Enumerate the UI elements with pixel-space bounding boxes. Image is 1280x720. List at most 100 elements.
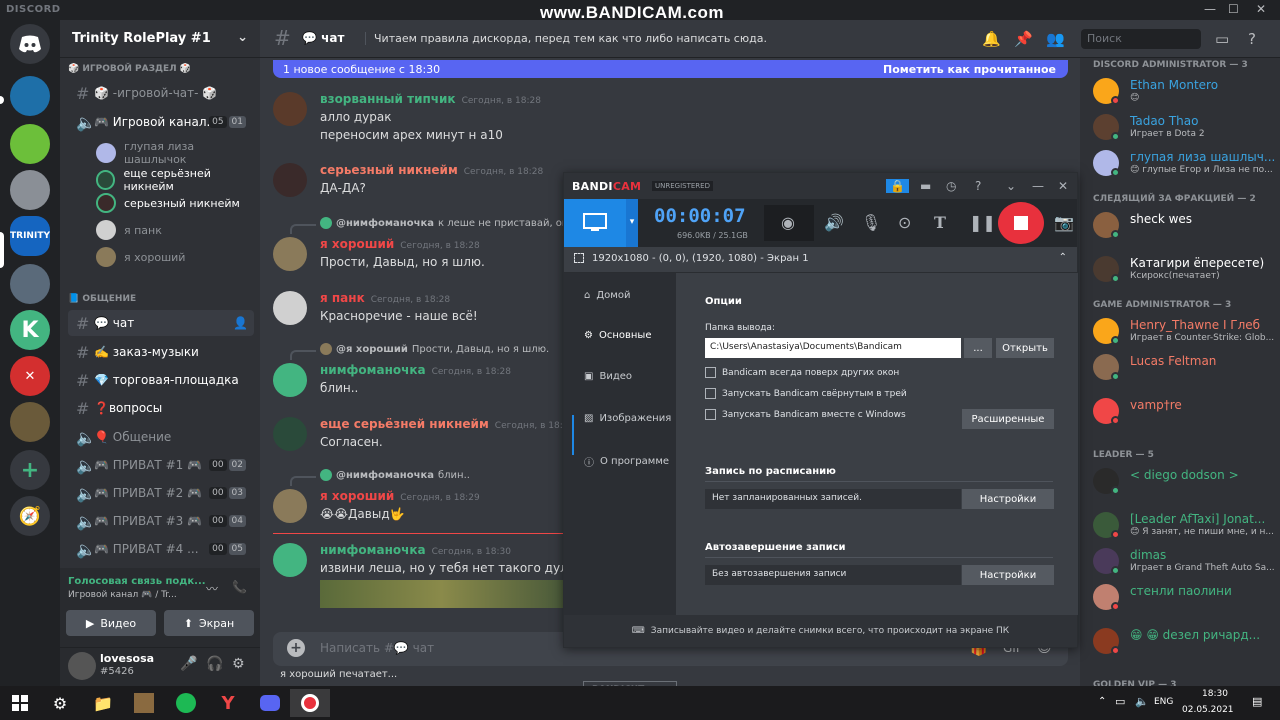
speaker-icon[interactable]: 🔊 <box>824 213 844 232</box>
voice-user[interactable]: я панк <box>96 220 162 240</box>
avatar[interactable] <box>273 363 307 397</box>
member-item[interactable]: < diego dodson > <box>1093 466 1278 502</box>
message-author[interactable]: нимфоманочка Сегодня, в 18:30 <box>320 543 511 557</box>
lock-icon[interactable]: 🔒 <box>886 179 909 193</box>
voice-user[interactable]: серьезный никнейм <box>96 193 240 213</box>
member-item[interactable]: vamp†re <box>1093 396 1278 432</box>
text-overlay-icon[interactable]: T <box>934 213 946 232</box>
voice-user[interactable]: глупая лиза шашлычок <box>96 140 260 166</box>
always-on-top-checkbox[interactable]: Bandicam всегда поверх других окон <box>705 367 899 378</box>
new-messages-bar[interactable]: 1 новое сообщение с 18:30 Пометить как п… <box>273 60 1068 78</box>
avatar[interactable] <box>273 291 307 325</box>
server-icon-3[interactable] <box>10 170 50 210</box>
member-item[interactable]: стенли паолини <box>1093 582 1278 618</box>
voice-channel-info[interactable]: Игровой канал 🎮 / Tr... <box>68 590 177 600</box>
channel-music-orders[interactable]: # ✍️ заказ-музыки <box>68 339 254 365</box>
disconnect-icon[interactable]: 📞 <box>232 580 247 594</box>
server-header[interactable]: Trinity RolePlay #1 ⌄ <box>60 20 260 58</box>
channel-marketplace[interactable]: # 💎 торговая-площадка <box>68 367 254 393</box>
server-icon-1[interactable] <box>10 76 50 116</box>
output-folder-input[interactable]: C:\Users\Anastasiya\Documents\Bandicam <box>705 338 961 358</box>
folder-icon[interactable]: ▬ <box>920 179 931 193</box>
schedule-settings-button[interactable]: Настройки <box>962 489 1054 509</box>
discord-home-icon[interactable] <box>10 24 50 64</box>
message-author[interactable]: я хороший Сегодня, в 18:29 <box>320 489 480 503</box>
maximize-icon[interactable]: ☐ <box>1228 2 1239 16</box>
browse-button[interactable]: ... <box>964 338 992 358</box>
clock-date[interactable]: 02.05.2021 <box>1182 705 1234 715</box>
minimize-icon[interactable]: — <box>1204 2 1216 16</box>
network-icon[interactable]: ▭ <box>1115 695 1125 708</box>
member-item[interactable]: sheck wes <box>1093 210 1278 246</box>
minimize-icon[interactable]: — <box>1032 179 1044 193</box>
microphone-icon[interactable]: 🎤 <box>180 656 197 672</box>
member-item[interactable]: Lucas Feltman <box>1093 352 1278 388</box>
nav-general[interactable]: ⚙ Основные <box>584 330 651 341</box>
member-item[interactable]: Катагири ёпересете) Ксирокс(печатает) <box>1093 254 1278 290</box>
inbox-icon[interactable]: ▭ <box>1215 30 1229 48</box>
search-input[interactable]: Поиск <box>1081 29 1201 49</box>
server-icon-2[interactable] <box>10 124 50 164</box>
member-item[interactable]: глупая лиза шашлыч... 😊 глупые Егор и Лиз… <box>1093 148 1278 184</box>
screen-mode-button[interactable] <box>564 199 626 247</box>
gear-icon[interactable]: ⚙ <box>232 656 245 672</box>
message-author[interactable]: еще серьёзней никнейм Сегодня, в 18:28 <box>320 417 574 431</box>
avatar[interactable] <box>273 543 307 577</box>
avatar[interactable] <box>273 92 307 126</box>
message-author[interactable]: я хороший Сегодня, в 18:28 <box>320 237 480 251</box>
chevron-up-icon[interactable]: ⌃ <box>1059 252 1067 263</box>
channel-private-2[interactable]: 🔈 🎮 ПРИВАТ #2 🎮 00 03 <box>68 480 254 506</box>
video-button[interactable]: ▶ Видео <box>66 610 156 636</box>
headphones-icon[interactable]: 🎧 <box>206 656 223 672</box>
auto-complete-settings-button[interactable]: Настройки <box>962 565 1054 585</box>
webcam-button[interactable]: ◉ <box>764 205 814 241</box>
mark-read-button[interactable]: Пометить как прочитанное <box>883 63 1056 76</box>
microphone-icon[interactable]: 🎙 <box>861 213 881 232</box>
advanced-button[interactable]: Расширенные <box>962 409 1054 429</box>
channel-questions[interactable]: # ❓вопросы <box>68 395 254 421</box>
steam-icon[interactable]: ⚙ <box>40 689 80 717</box>
member-item[interactable]: Tadao Thao Играет в Dota 2 <box>1093 112 1278 148</box>
chevron-down-icon[interactable]: ⌄ <box>237 30 248 45</box>
notifications-icon[interactable]: ▤ <box>1252 695 1262 708</box>
close-icon[interactable]: ✕ <box>1256 2 1266 16</box>
reply-preview[interactable]: @нимфоманочка к леше не приставай, он м..… <box>320 217 589 229</box>
member-item[interactable]: [Leader AfTaxi] Jonat... 😊 Я занят, не пи… <box>1093 510 1278 546</box>
server-icon-k[interactable]: K <box>10 310 50 350</box>
pause-icon[interactable]: ❚❚ <box>969 213 996 232</box>
clock-icon[interactable]: ◷ <box>946 179 956 193</box>
windows-start-icon[interactable] <box>0 689 40 717</box>
server-icon-7[interactable]: ✕ <box>10 356 50 396</box>
add-server-icon[interactable]: + <box>10 450 50 490</box>
record-stop-button[interactable] <box>998 202 1044 244</box>
nav-images[interactable]: ▨ Изображения <box>584 413 671 424</box>
pin-icon[interactable]: 📌 <box>1014 30 1033 48</box>
yandex-browser-icon[interactable]: Y <box>208 689 248 717</box>
volume-icon[interactable]: 🔈 <box>1135 695 1149 708</box>
voice-user[interactable]: еще серьёзней никнейм <box>96 167 260 193</box>
capture-area-bar[interactable]: 1920x1080 - (0, 0), (1920, 1080) - Экран… <box>564 247 1077 273</box>
bell-icon[interactable]: 🔔 <box>982 30 1001 48</box>
close-icon[interactable]: ✕ <box>1058 179 1068 193</box>
language-indicator[interactable]: ENG <box>1154 697 1173 707</box>
start-with-windows-checkbox[interactable]: Запускать Bandicam вместе с Windows <box>705 409 906 420</box>
image-attachment[interactable] <box>320 580 563 608</box>
reply-preview[interactable]: @нимфоманочка блин.. <box>320 469 470 481</box>
channel-game-chat[interactable]: # 🎲 -игровой-чат- 🎲 <box>68 80 254 106</box>
member-item[interactable]: dimas Играет в Grand Theft Auto Sa... <box>1093 546 1278 582</box>
file-explorer-icon[interactable]: 📁 <box>83 689 123 717</box>
reply-preview[interactable]: @я хороший Прости, Давыд, но я шлю. <box>320 343 549 355</box>
avatar[interactable] <box>273 489 307 523</box>
bandicam-taskbar-icon[interactable] <box>290 689 330 717</box>
help-icon[interactable]: ? <box>975 179 981 193</box>
voice-status[interactable]: Голосовая связь подк... <box>68 576 206 587</box>
voice-user[interactable]: я хороший <box>96 247 185 267</box>
avatar[interactable] <box>273 417 307 451</box>
channel-game-voice[interactable]: 🔈 🎮 Игровой канал... 05 01 <box>68 109 254 135</box>
avatar[interactable] <box>273 163 307 197</box>
channel-chat[interactable]: # 💬 чат 👤 <box>68 310 254 336</box>
category-game[interactable]: 🎲 ИГРОВОЙ РАЗДЕЛ 🎲 <box>68 64 191 74</box>
members-icon[interactable]: 👥 <box>1046 30 1065 48</box>
message-author[interactable]: я панк Сегодня, в 18:28 <box>320 291 450 305</box>
nav-home[interactable]: ⌂ Домой <box>584 290 630 301</box>
